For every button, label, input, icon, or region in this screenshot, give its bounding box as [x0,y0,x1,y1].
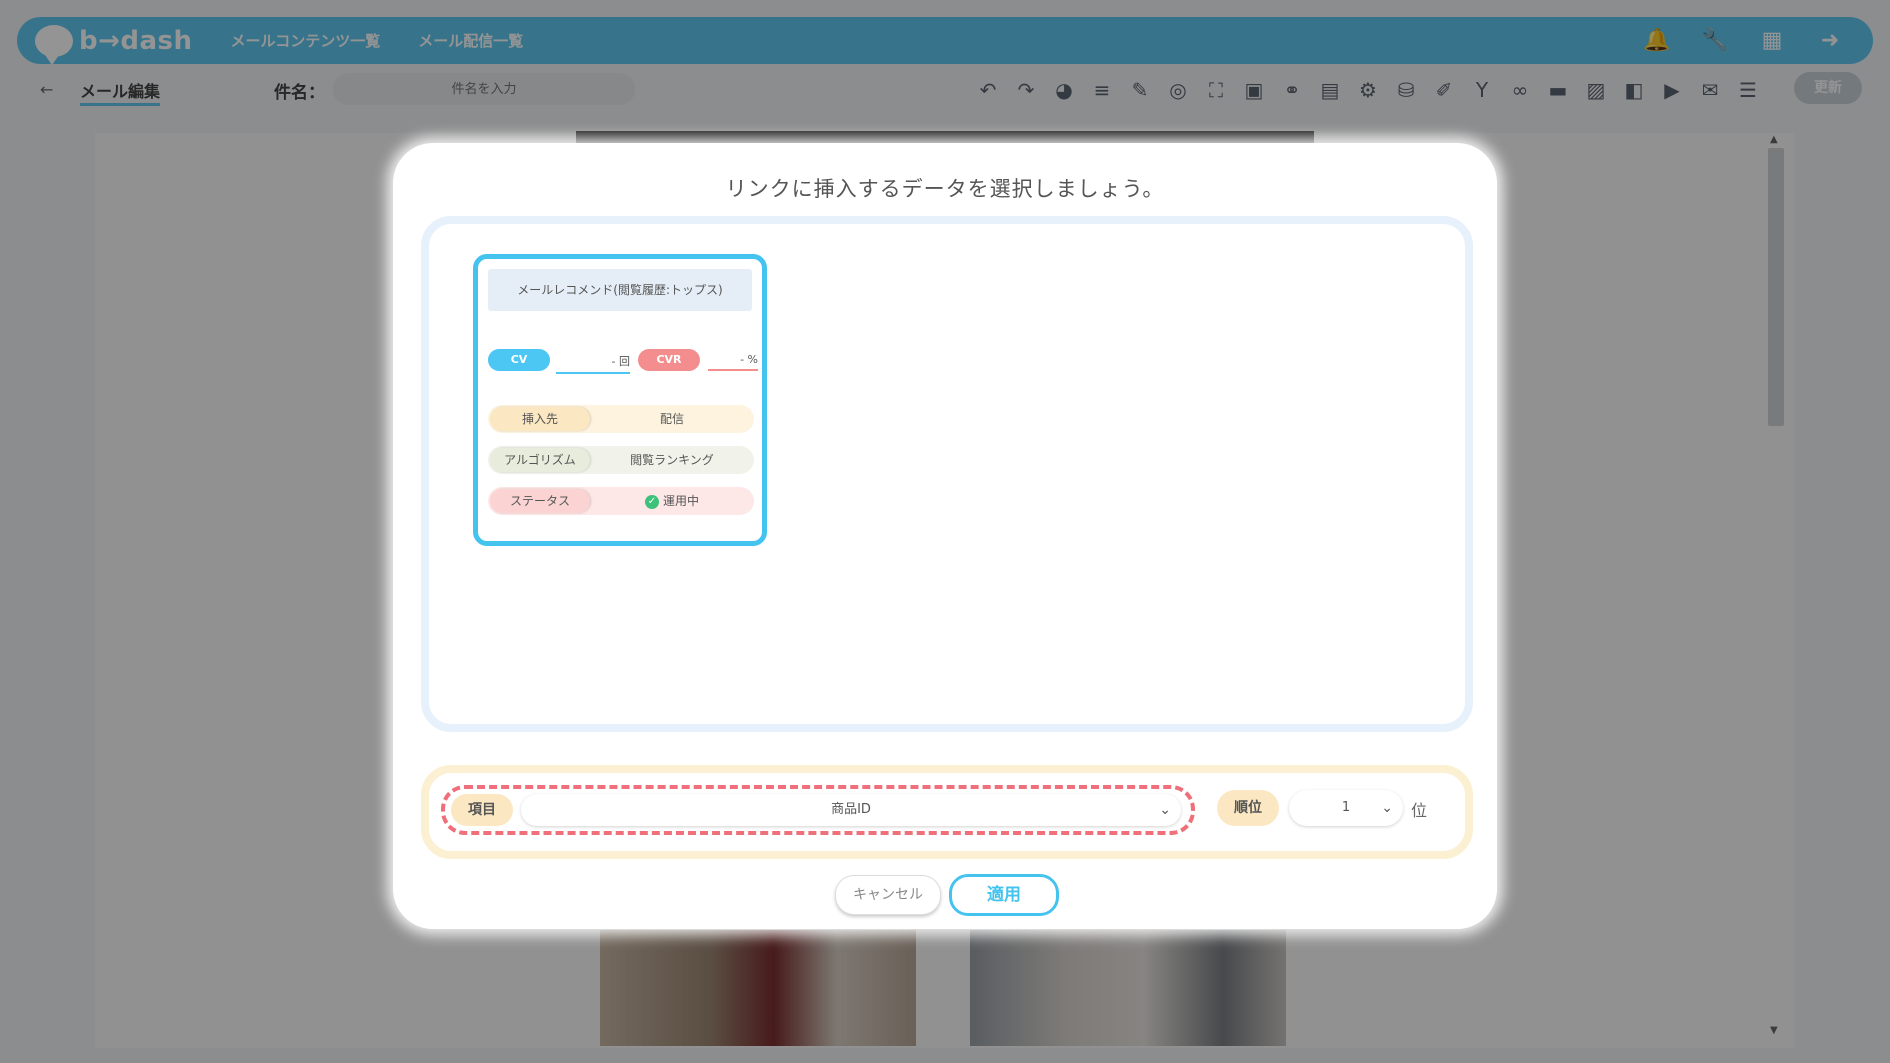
apply-button[interactable]: 適用 [949,874,1059,916]
info-row-destination: 挿入先 配信 [488,405,754,433]
modal-title: リンクに挿入するデータを選択しましょう。 [725,177,1165,201]
cvr-badge: CVR [638,349,700,371]
data-selection-area: メールレコメンド(閲覧履歴:トップス) CV - 回 CVR - % 挿入先 配… [421,216,1473,732]
info-label: ステータス [490,489,590,513]
info-value: 配信 [659,412,684,426]
info-value: 閲覧ランキング [630,453,714,467]
chevron-down-icon: ⌄ [1159,802,1171,818]
insert-data-modal: リンクに挿入するデータを選択しましょう。 メールレコメンド(閲覧履歴:トップス)… [393,143,1497,929]
item-select[interactable]: 商品ID ⌄ [521,794,1181,826]
cv-value: - 回 [556,353,630,374]
info-row-status: ステータス ✓ 運用中 [488,487,754,515]
chevron-down-icon: ⌄ [1381,800,1393,816]
info-label: 挿入先 [490,407,590,431]
info-label: アルゴリズム [490,448,590,472]
check-circle-icon: ✓ [644,494,659,509]
recommend-card[interactable]: メールレコメンド(閲覧履歴:トップス) CV - 回 CVR - % 挿入先 配… [473,254,767,546]
cancel-button[interactable]: キャンセル [835,875,941,915]
status-text: 運用中 [662,494,699,508]
card-title: メールレコメンド(閲覧履歴:トップス) [488,269,752,311]
cvr-value: - % [708,353,758,371]
rank-label: 順位 [1217,790,1279,826]
metric-row: CV - 回 CVR - % [488,349,758,374]
cv-badge: CV [488,349,550,371]
rank-unit: 位 [1411,801,1428,820]
item-label: 項目 [451,794,513,826]
rank-select-value: 1 [1341,800,1351,815]
item-selector-highlight: 項目 商品ID ⌄ [441,785,1195,835]
selector-area: 項目 商品ID ⌄ 順位 1 ⌄ 位 [421,765,1473,859]
info-value: ✓ 運用中 [592,487,752,515]
item-select-value: 商品ID [831,802,871,817]
rank-select[interactable]: 1 ⌄ [1289,790,1403,826]
info-row-algorithm: アルゴリズム 閲覧ランキング [488,446,754,474]
